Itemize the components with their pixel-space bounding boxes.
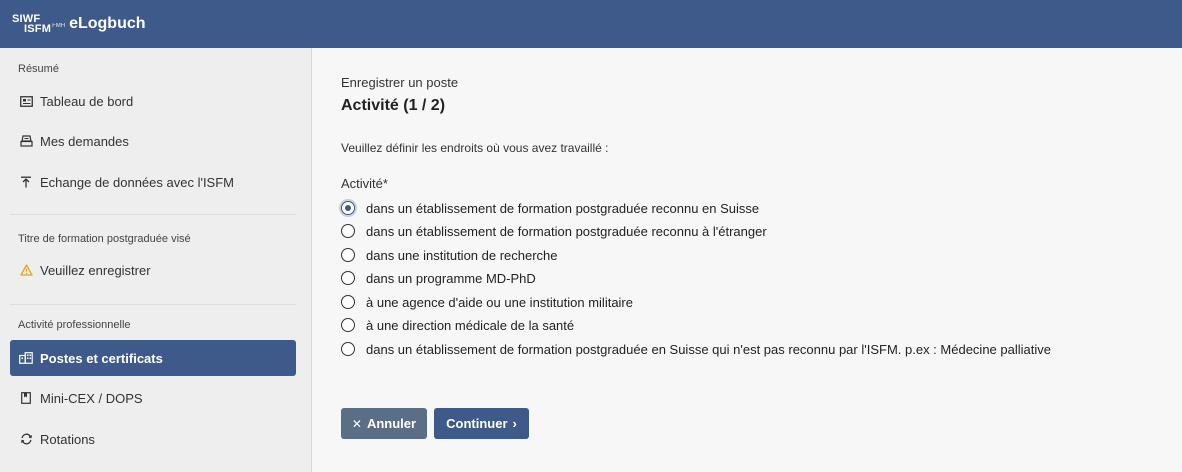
sidebar-item-label: Mini-CEX / DOPS: [40, 390, 143, 406]
bookmark-icon: [18, 390, 34, 406]
continue-button[interactable]: Continuer ›: [434, 408, 529, 439]
sidebar-item-mini-cex-dops[interactable]: Mini-CEX / DOPS: [10, 380, 296, 416]
continue-button-label: Continuer: [446, 416, 508, 431]
dashboard-icon: [18, 93, 34, 109]
sidebar-item-rotations[interactable]: Rotations: [10, 421, 296, 457]
activity-option-health-direction[interactable]: à une direction médicale de la santé: [341, 316, 574, 334]
page-subtitle: Enregistrer un poste: [341, 75, 459, 90]
radio-button[interactable]: [341, 318, 355, 332]
sidebar-item-mes-demandes[interactable]: Mes demandes: [10, 123, 296, 159]
sidebar-divider: [10, 304, 296, 305]
rotate-icon: [18, 431, 34, 447]
radio-option-label: à une direction médicale de la santé: [366, 317, 575, 333]
sidebar-section-title-titre: Titre de formation postgraduée visé: [18, 233, 191, 245]
sidebar-item-label: Veuillez enregistrer: [40, 262, 151, 278]
sidebar-section-title-resume: Résumé: [18, 63, 59, 75]
sidebar-item-label: Postes et certificats: [40, 350, 163, 366]
warning-icon: [18, 262, 34, 278]
sidebar-item-label: Tableau de bord: [40, 93, 134, 109]
radio-option-label: dans un établissement de formation postg…: [366, 223, 767, 239]
activity-option-ch-recognized[interactable]: dans un établissement de formation postg…: [341, 199, 759, 217]
sidebar-section-title-activite: Activité professionnelle: [18, 319, 131, 331]
activity-option-research[interactable]: dans une institution de recherche: [341, 246, 558, 264]
logo-fmh: FMH: [52, 23, 66, 29]
sidebar-item-label: Rotations: [40, 431, 95, 447]
activity-option-abroad-recognized[interactable]: dans un établissement de formation postg…: [341, 222, 767, 240]
siwf-isfm-logo: SIWF ISFM: [12, 14, 52, 35]
logo-line-2: ISFM: [24, 23, 52, 35]
close-icon: ✕: [351, 416, 362, 431]
sidebar-item-tableau-de-bord[interactable]: Tableau de bord: [10, 83, 296, 119]
app-title: eLogbuch: [69, 15, 146, 32]
radio-button[interactable]: [341, 224, 355, 238]
requests-icon: [18, 133, 34, 149]
sidebar-divider: [10, 214, 296, 215]
sidebar-item-label: Echange de données avec l'ISFM: [40, 174, 234, 190]
radio-option-label: dans un établissement de formation postg…: [366, 341, 1051, 357]
radio-button[interactable]: [341, 295, 355, 309]
cancel-button[interactable]: ✕ Annuler: [341, 408, 427, 439]
sidebar-item-echange-donnees[interactable]: Echange de données avec l'ISFM: [10, 164, 296, 200]
radio-button[interactable]: [341, 271, 355, 285]
sidebar: Résumé Tableau de bord Mes demandes Echa…: [0, 48, 312, 472]
cancel-button-label: Annuler: [366, 416, 417, 431]
upload-icon: [18, 174, 34, 190]
sidebar-item-postes-et-certificats[interactable]: Postes et certificats: [10, 340, 296, 376]
radio-option-label: à une agence d'aide ou une institution m…: [366, 294, 633, 310]
radio-option-label: dans un programme MD-PhD: [366, 270, 536, 286]
activity-option-md-phd[interactable]: dans un programme MD-PhD: [341, 269, 536, 287]
sidebar-item-label: Mes demandes: [40, 133, 129, 149]
app-logo[interactable]: SIWF ISFM FMH eLogbuch: [12, 14, 146, 35]
radio-option-label: dans une institution de recherche: [366, 247, 558, 263]
radio-button[interactable]: [341, 248, 355, 262]
activity-option-aid-military[interactable]: à une agence d'aide ou une institution m…: [341, 293, 633, 311]
activity-option-ch-not-recognized[interactable]: dans un établissement de formation postg…: [341, 340, 1051, 358]
chevron-right-icon: ›: [512, 416, 517, 431]
page-title: Activité (1 / 2): [341, 97, 446, 114]
radio-option-label: dans un établissement de formation postg…: [366, 200, 760, 216]
buildings-icon: [18, 350, 34, 366]
intro-text: Veuillez définir les endroits où vous av…: [341, 141, 609, 155]
top-bar: SIWF ISFM FMH eLogbuch: [0, 0, 1182, 48]
activity-field-label: Activité*: [341, 176, 388, 191]
radio-button[interactable]: [341, 201, 355, 215]
sidebar-item-veuillez-enregistrer[interactable]: Veuillez enregistrer: [10, 252, 296, 288]
radio-button[interactable]: [341, 342, 355, 356]
